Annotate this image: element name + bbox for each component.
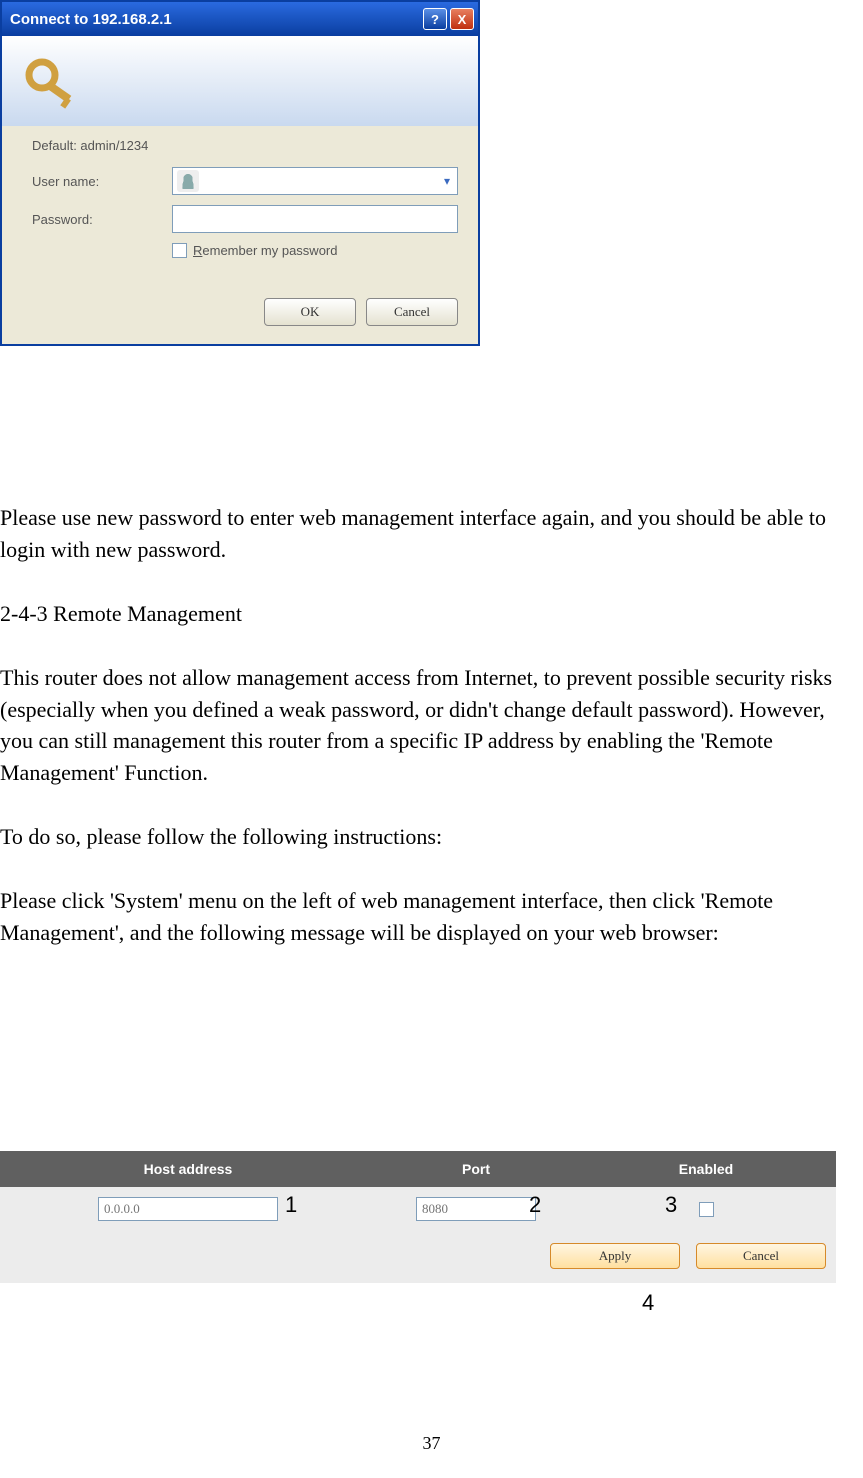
col-host: Host address [0, 1161, 376, 1177]
page-number: 37 [0, 1433, 863, 1454]
para-login-again: Please use new password to enter web man… [0, 502, 863, 566]
callout-3: 3 [665, 1192, 677, 1218]
username-input[interactable] [203, 173, 437, 189]
remote-management-panel: Host address Port Enabled Apply Cancel [0, 1151, 836, 1283]
para-remote-desc: This router does not allow management ac… [0, 662, 863, 790]
callout-2: 2 [529, 1192, 541, 1218]
table-row [0, 1187, 836, 1231]
callout-4: 4 [642, 1290, 654, 1316]
user-icon [177, 170, 199, 192]
connect-dialog: Connect to 192.168.2.1 ? X Default: admi… [0, 0, 480, 346]
cancel-button[interactable]: Cancel [366, 298, 458, 326]
banner [2, 36, 478, 126]
chevron-down-icon[interactable]: ▾ [437, 174, 457, 188]
remember-checkbox[interactable] [172, 243, 187, 258]
host-address-input[interactable] [98, 1197, 278, 1221]
apply-button[interactable]: Apply [550, 1243, 680, 1269]
remember-password[interactable]: Remember my password [172, 243, 458, 258]
close-icon: X [458, 12, 467, 27]
password-label: Password: [32, 212, 172, 227]
enabled-checkbox[interactable] [699, 1202, 714, 1217]
document-body: Please use new password to enter web man… [0, 502, 863, 981]
close-button[interactable]: X [450, 8, 474, 30]
username-field[interactable]: ▾ [172, 167, 458, 195]
col-port: Port [376, 1161, 576, 1177]
help-button[interactable]: ? [423, 8, 447, 30]
remember-label: Remember my password [193, 243, 338, 258]
col-enabled: Enabled [576, 1161, 836, 1177]
question-icon: ? [431, 12, 439, 27]
para-click-system: Please click 'System' menu on the left o… [0, 885, 863, 949]
section-heading: 2-4-3 Remote Management [0, 598, 863, 630]
cancel-button-panel[interactable]: Cancel [696, 1243, 826, 1269]
port-input[interactable] [416, 1197, 536, 1221]
username-label: User name: [32, 174, 172, 189]
callout-1: 1 [285, 1192, 297, 1218]
password-input[interactable] [172, 205, 458, 233]
key-icon [22, 51, 82, 111]
table-header: Host address Port Enabled [0, 1151, 836, 1187]
title-text: Connect to 192.168.2.1 [10, 11, 420, 28]
title-bar[interactable]: Connect to 192.168.2.1 ? X [2, 2, 478, 36]
para-instructions: To do so, please follow the following in… [0, 821, 863, 853]
default-credentials: Default: admin/1234 [32, 138, 458, 153]
ok-button[interactable]: OK [264, 298, 356, 326]
